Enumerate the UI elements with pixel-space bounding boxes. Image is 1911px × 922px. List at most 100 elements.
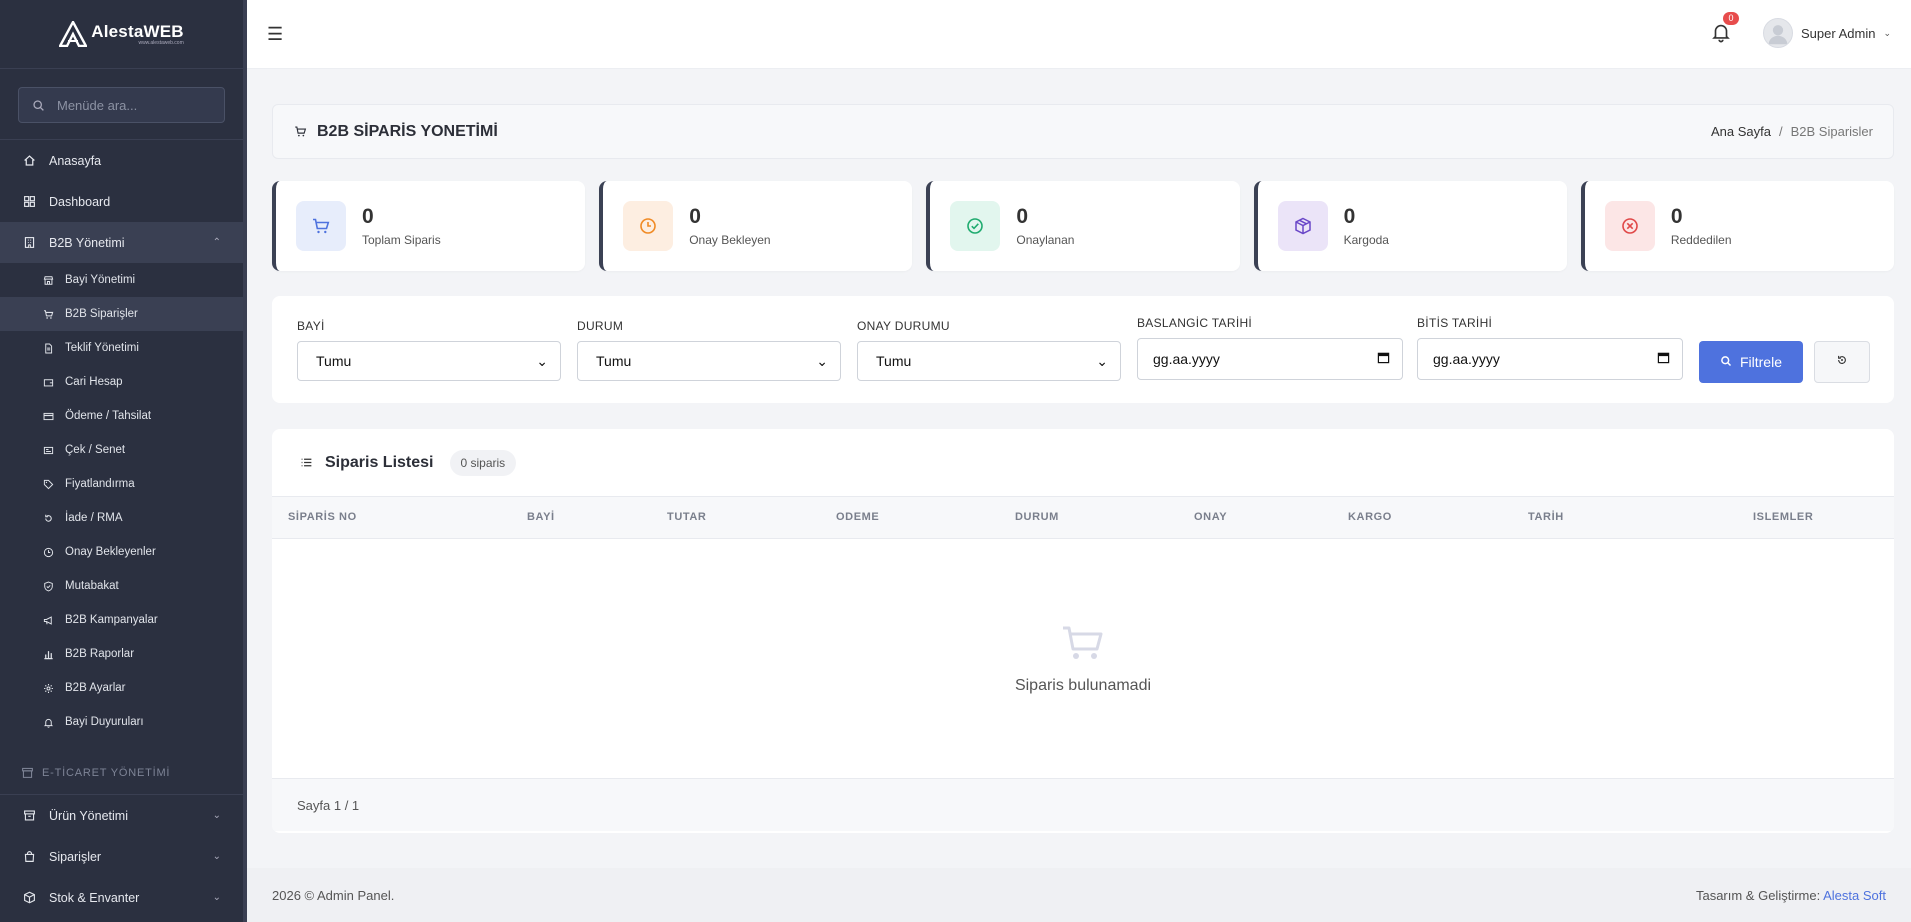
brand[interactable]: AlestaWEB www.alestaweb.com	[0, 0, 243, 69]
chevron-down-icon: ⌄	[1096, 352, 1108, 369]
filter-durum: DURUM Tumu ⌄	[577, 319, 841, 381]
user-menu[interactable]: Super Admin ⌄	[1763, 18, 1891, 48]
notification-count-badge: 0	[1723, 12, 1739, 25]
stat-label: Onay Bekleyen	[689, 233, 771, 247]
credit-card-icon	[41, 409, 55, 423]
sidebar-subitem[interactable]: B2B Raporlar	[0, 637, 243, 671]
breadcrumb-current: B2B Siparisler	[1790, 124, 1873, 139]
onay-select[interactable]: Tumu ⌄	[857, 341, 1121, 381]
stat-value: 0	[362, 205, 374, 228]
column-header[interactable]: SİPARİS NO	[288, 511, 357, 523]
menu-search-input[interactable]	[57, 97, 207, 113]
store-icon	[41, 273, 55, 287]
stat-icon-box	[623, 201, 674, 251]
sidebar-subitem[interactable]: B2B Kampanyalar	[0, 603, 243, 637]
sidebar-subitem[interactable]: Bayi Yönetimi	[0, 263, 243, 297]
sidebar-subitem[interactable]: B2B Ayarlar	[0, 671, 243, 705]
sidebar-subitem-label: İade / RMA	[65, 512, 123, 524]
sidebar-item[interactable]: Ürün Yönetimi ⌄	[0, 795, 243, 836]
stat-card-pending: 0 Onay Bekleyen	[599, 181, 913, 271]
end-date-input[interactable]: gg.aa.yyyy	[1417, 338, 1683, 380]
sidebar-subitem[interactable]: Ödeme / Tahsilat	[0, 399, 243, 433]
sidebar-subitem-label: Ödeme / Tahsilat	[65, 410, 152, 422]
topbar: ☰ 0 Super Admin ⌄	[247, 0, 1911, 69]
menu-toggle-icon[interactable]: ☰	[267, 24, 283, 45]
home-icon	[22, 154, 36, 168]
sidebar-item[interactable]: Siparişler ⌄	[0, 836, 243, 877]
filter-label: BİTİS TARİHİ	[1417, 316, 1493, 330]
column-header[interactable]: BAYİ	[527, 511, 555, 523]
list-icon	[299, 456, 313, 470]
select-value: Tumu	[876, 353, 912, 369]
stat-card-total: 0 Toplam Siparis	[272, 181, 586, 271]
sidebar-subitem[interactable]: Bayi Duyuruları	[0, 705, 243, 739]
stat-icon-box	[296, 201, 346, 251]
start-date-input[interactable]: gg.aa.yyyy	[1137, 338, 1403, 380]
sidebar-subitem[interactable]: B2B Siparişler	[0, 297, 243, 331]
column-header[interactable]: TUTAR	[667, 511, 706, 523]
list-title: Siparis Listesi	[325, 453, 434, 471]
sidebar-item[interactable]: Stok & Envanter ⌄	[0, 877, 243, 918]
column-header[interactable]: KARGO	[1348, 511, 1392, 523]
sidebar-subitem-label: B2B Ayarlar	[65, 682, 126, 694]
filter-bayi: BAYİ Tumu ⌄	[297, 319, 561, 381]
list-header: Siparis Listesi 0 siparis	[272, 429, 1894, 497]
stat-card-approved: 0 Onaylanan	[926, 181, 1240, 271]
sidebar-item-label: Stok & Envanter	[49, 890, 140, 905]
filter-start-date: BASLANGİC TARİHİ gg.aa.yyyy	[1137, 316, 1403, 380]
credit-prefix: Tasarım & Geliştirme:	[1695, 887, 1821, 903]
calendar-icon[interactable]	[1377, 351, 1390, 367]
column-header[interactable]: ODEME	[836, 511, 879, 523]
filter-button[interactable]: Filtrele	[1699, 341, 1803, 383]
clock-icon	[41, 545, 55, 559]
sidebar-group-label: B2B Yönetimi	[49, 235, 125, 250]
sidebar-subitem[interactable]: Onay Bekleyenler	[0, 535, 243, 569]
pagination-text: Sayfa 1 / 1	[297, 797, 360, 813]
page-title: B2B SİPARİS YONETİMİ	[293, 123, 498, 141]
sidebar-subitem[interactable]: Cari Hesap	[0, 365, 243, 399]
reset-icon	[1836, 353, 1848, 371]
sidebar-subitem-label: Mutabakat	[65, 580, 119, 592]
filter-end-date: BİTİS TARİHİ gg.aa.yyyy	[1417, 316, 1683, 380]
column-header[interactable]: TARİH	[1528, 511, 1564, 523]
bell-icon	[41, 715, 55, 729]
cart-icon	[1063, 626, 1103, 659]
sidebar-subitem[interactable]: Çek / Senet	[0, 433, 243, 467]
menu-search[interactable]	[18, 87, 225, 123]
select-value: Tumu	[596, 353, 632, 369]
sidebar-subitem[interactable]: Mutabakat	[0, 569, 243, 603]
sidebar-group-b2b[interactable]: B2B Yönetimi ⌃	[0, 222, 243, 263]
column-header[interactable]: ONAY	[1194, 511, 1227, 523]
sidebar-subitem-label: Onay Bekleyenler	[65, 546, 156, 558]
chevron-down-icon: ⌄	[536, 352, 548, 369]
sidebar-subitem[interactable]: İade / RMA	[0, 501, 243, 535]
bayi-select[interactable]: Tumu ⌄	[297, 341, 561, 381]
stat-value: 0	[1016, 205, 1029, 228]
table-header: SİPARİS NO BAYİ TUTAR ODEME DURUM ONAY K…	[272, 497, 1894, 539]
durum-select[interactable]: Tumu ⌄	[577, 341, 841, 381]
credit-link[interactable]: Alesta Soft	[1823, 888, 1886, 903]
megaphone-icon	[41, 613, 55, 627]
sidebar-subitem[interactable]: Teklif Yönetimi	[0, 331, 243, 365]
section-label: E-TİCARET YÖNETİMİ	[42, 766, 171, 779]
filter-label: BASLANGİC TARİHİ	[1137, 316, 1253, 330]
archive-icon	[20, 766, 34, 780]
grid-icon	[22, 195, 36, 209]
sidebar: AlestaWEB www.alestaweb.com Anasayfa Das…	[0, 0, 247, 922]
column-header[interactable]: ISLEMLER	[1753, 511, 1813, 523]
reset-filters-button[interactable]	[1814, 341, 1870, 383]
file-icon	[41, 341, 55, 355]
cart-icon	[41, 307, 55, 321]
sidebar-subitem[interactable]: Fiyatlandırma	[0, 467, 243, 501]
sidebar-item-dashboard[interactable]: Dashboard	[0, 181, 243, 222]
stat-icon-box	[950, 201, 1001, 251]
column-header[interactable]: DURUM	[1015, 511, 1059, 523]
breadcrumb-home[interactable]: Ana Sayfa	[1711, 124, 1771, 139]
sidebar-section-eticaret: E-TİCARET YÖNETİMİ	[0, 751, 243, 795]
check-circle-icon	[967, 218, 984, 234]
filter-label: DURUM	[577, 319, 624, 333]
notifications-button[interactable]: 0	[1710, 12, 1739, 45]
calendar-icon[interactable]	[1657, 351, 1670, 367]
brand-name: AlestaWEB	[91, 22, 184, 41]
sidebar-item-anasayfa[interactable]: Anasayfa	[0, 140, 243, 181]
